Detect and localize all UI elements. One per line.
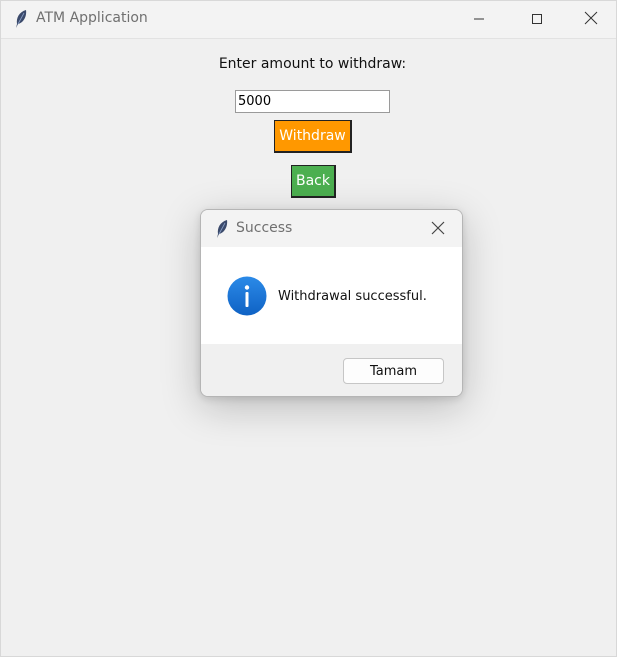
dialog-titlebar[interactable]: Success — [201, 210, 462, 247]
close-icon — [431, 220, 445, 239]
ok-button[interactable]: Tamam — [343, 358, 444, 384]
withdraw-button[interactable]: Withdraw — [274, 120, 352, 153]
feather-icon — [214, 219, 230, 239]
minimize-button[interactable] — [450, 1, 508, 38]
close-button[interactable] — [566, 1, 616, 38]
dialog-close-button[interactable] — [426, 217, 450, 241]
success-dialog: Success Withdrawal successful. Tamam — [200, 209, 463, 397]
close-icon — [584, 10, 598, 29]
dialog-message: Withdrawal successful. — [278, 289, 427, 304]
maximize-button[interactable] — [508, 1, 566, 38]
amount-prompt-label: Enter amount to withdraw: — [218, 56, 407, 72]
dialog-footer: Tamam — [201, 344, 462, 396]
maximize-icon — [531, 10, 543, 29]
amount-input[interactable] — [235, 90, 390, 113]
info-icon — [227, 276, 267, 316]
dialog-body: Withdrawal successful. — [201, 247, 462, 344]
window-titlebar[interactable]: ATM Application — [1, 1, 616, 39]
minimize-icon — [473, 10, 485, 29]
feather-icon — [13, 9, 29, 29]
atm-window: ATM Application Enter amount to withdraw… — [0, 0, 617, 657]
dialog-title: Success — [236, 220, 293, 236]
window-title: ATM Application — [36, 10, 148, 26]
back-button[interactable]: Back — [291, 165, 336, 198]
